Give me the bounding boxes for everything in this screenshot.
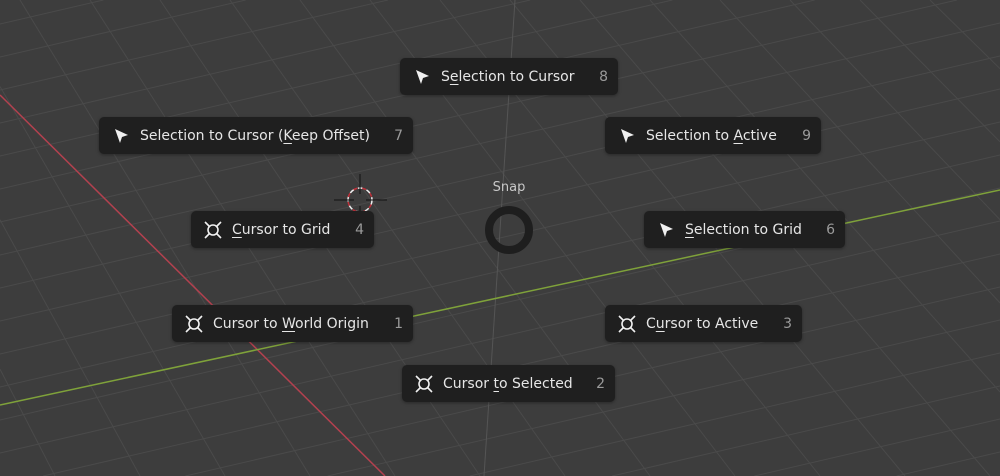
accelerator-letter: C bbox=[232, 221, 242, 238]
accelerator-letter: W bbox=[281, 315, 296, 332]
label-text: election to Grid bbox=[693, 221, 802, 238]
arrow-cursor-icon bbox=[656, 220, 676, 240]
accelerator-letter: A bbox=[733, 127, 743, 144]
label-text: Selection to Cursor ( bbox=[140, 127, 284, 144]
grid-line bbox=[0, 0, 104, 25]
grid-line bbox=[0, 0, 389, 91]
shortcut-number: 4 bbox=[355, 221, 364, 238]
grid-line bbox=[754, 418, 1000, 476]
label-text: lection to Cursor bbox=[458, 68, 575, 85]
pie-center-ring bbox=[485, 206, 533, 254]
3d-cursor-icon bbox=[617, 314, 637, 334]
arrow-cursor-icon bbox=[412, 67, 432, 87]
pie-menu-title: Snap bbox=[492, 180, 526, 195]
label-text: Selection to bbox=[646, 127, 734, 144]
label-text: ursor to Grid bbox=[241, 221, 331, 238]
label-text: rsor to Active bbox=[664, 315, 759, 332]
shortcut-number: 3 bbox=[783, 315, 792, 332]
accelerator-letter: K bbox=[283, 127, 292, 144]
3d-cursor-icon bbox=[184, 314, 204, 334]
label-text: Cursor to bbox=[213, 315, 282, 332]
item-label: Selection to Active bbox=[646, 128, 792, 144]
label-text: ctive bbox=[742, 127, 777, 144]
arrow-cursor-icon bbox=[617, 126, 637, 146]
label-text: C bbox=[646, 315, 656, 332]
item-label: Selection to Grid bbox=[685, 222, 816, 238]
pie-item-o-selected-2[interactable]: Cursor to Selected 2 bbox=[402, 365, 615, 402]
shortcut-number: 8 bbox=[599, 68, 608, 85]
shortcut-number: 1 bbox=[394, 315, 403, 332]
pie-item-rsor-to-active-3[interactable]: Cursor to Active 3 bbox=[605, 305, 802, 342]
shortcut-number: 7 bbox=[394, 127, 403, 144]
label-text: Cursor bbox=[443, 375, 494, 392]
label-text: o Selected bbox=[498, 375, 573, 392]
item-label: Selection to Cursor bbox=[441, 69, 589, 85]
grid-line bbox=[611, 385, 1000, 476]
grid-line bbox=[0, 219, 141, 476]
label-text: eep Offset) bbox=[291, 127, 370, 144]
item-label: Cursor to Active bbox=[646, 316, 773, 332]
pie-item-ursor-to-grid-4[interactable]: Cursor to Grid 4 bbox=[191, 211, 374, 248]
3d-cursor-icon bbox=[203, 220, 223, 240]
item-label: Cursor to World Origin bbox=[213, 316, 384, 332]
shortcut-number: 9 bbox=[802, 127, 811, 144]
accelerator-letter: e bbox=[449, 68, 459, 85]
grid-line bbox=[896, 451, 1000, 476]
item-label: Cursor to Selected bbox=[443, 376, 586, 392]
shortcut-number: 2 bbox=[596, 375, 605, 392]
accelerator-letter: S bbox=[685, 221, 694, 238]
pie-item-orld-origin-1[interactable]: Cursor to World Origin 1 bbox=[172, 305, 413, 342]
grid-line bbox=[0, 220, 1000, 454]
item-label: Selection to Cursor (Keep Offset) bbox=[140, 128, 384, 144]
3d-cursor-icon[interactable] bbox=[334, 174, 387, 213]
item-label: Cursor to Grid bbox=[232, 222, 345, 238]
label-text: S bbox=[441, 68, 450, 85]
label-text: orld Origin bbox=[295, 315, 369, 332]
grid-line bbox=[859, 0, 1000, 143]
pie-item-election-to-grid-6[interactable]: Selection to Grid 6 bbox=[644, 211, 845, 248]
3d-cursor-icon bbox=[414, 374, 434, 394]
accelerator-letter: u bbox=[655, 315, 665, 332]
arrow-cursor-icon bbox=[111, 126, 131, 146]
pie-item-ctive-9[interactable]: Selection to Active 9 bbox=[605, 117, 821, 154]
shortcut-number: 6 bbox=[826, 221, 835, 238]
pie-item-lection-to-cursor-8[interactable]: Selection to Cursor 8 bbox=[400, 58, 618, 95]
pie-item-eep-offset--7[interactable]: Selection to Cursor (Keep Offset) 7 bbox=[99, 117, 413, 154]
